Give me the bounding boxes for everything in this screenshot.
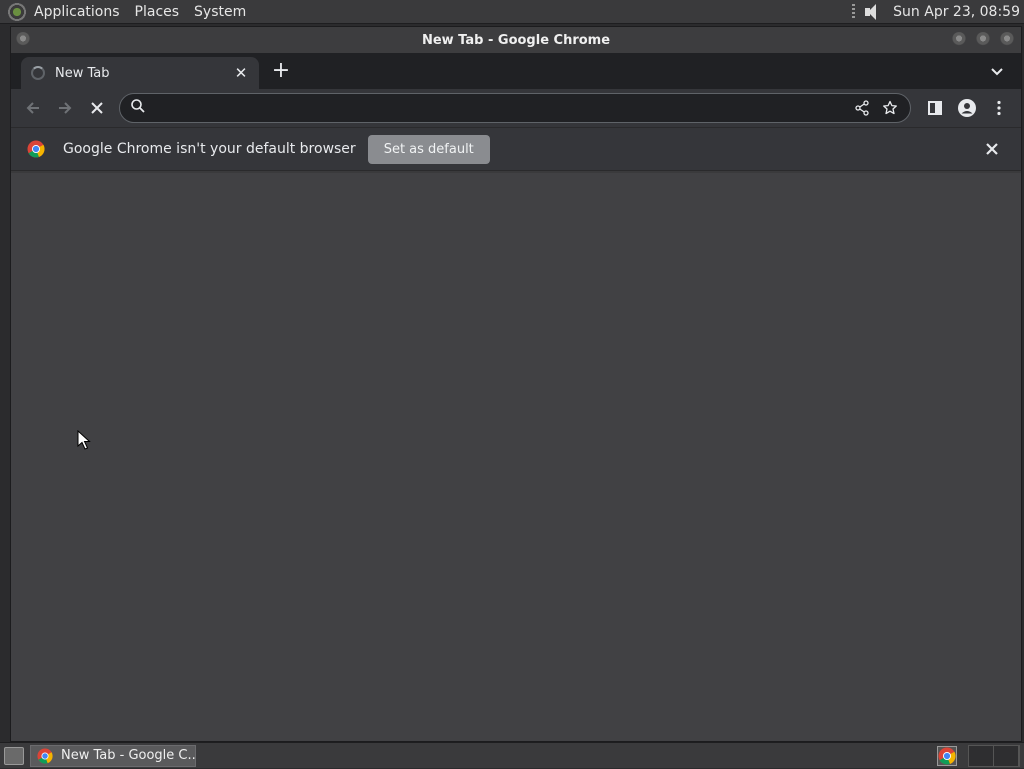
page-content[interactable] [11, 173, 1021, 741]
toolbar [11, 89, 1021, 127]
set-as-default-button[interactable]: Set as default [367, 134, 490, 164]
bottom-panel: New Tab - Google C... [0, 742, 1024, 768]
arrow-right-icon [59, 102, 72, 114]
stop-x-icon [91, 102, 103, 114]
infobar-close-icon[interactable] [983, 140, 1001, 158]
taskbar-item-label: New Tab - Google C... [61, 748, 196, 763]
side-panel-icon [928, 101, 942, 115]
top-panel: Applications Places System Sun Apr 23, 0… [0, 0, 1024, 24]
maximize-button[interactable] [975, 32, 991, 48]
address-input[interactable] [154, 100, 848, 116]
share-icon[interactable] [848, 94, 876, 122]
default-browser-infobar: Google Chrome isn't your default browser… [11, 127, 1021, 171]
tab-close-icon[interactable]: ✕ [233, 64, 249, 82]
tab-title: New Tab [55, 65, 110, 81]
window-menu-icon[interactable] [15, 32, 31, 48]
window-title: New Tab - Google Chrome [421, 32, 611, 48]
omnibox[interactable] [119, 93, 911, 123]
minimize-button[interactable] [951, 32, 967, 48]
workspace-switcher[interactable] [968, 745, 1020, 767]
tab-strip: New Tab ✕ + [11, 53, 1021, 89]
forward-button[interactable] [49, 92, 81, 124]
clock[interactable]: Sun Apr 23, 08:59 [893, 4, 1020, 20]
volume-icon[interactable] [863, 2, 883, 22]
kebab-menu-icon [997, 100, 1001, 116]
menu-system[interactable]: System [194, 4, 246, 20]
profile-avatar-icon [958, 99, 976, 117]
new-tab-button[interactable]: + [267, 58, 295, 86]
search-icon [130, 98, 146, 118]
tray-chrome-icon[interactable] [937, 746, 957, 766]
chrome-logo-icon [37, 747, 53, 764]
menu-applications[interactable]: Applications [34, 4, 120, 20]
tab-search-chevron-icon[interactable] [987, 61, 1007, 81]
mouse-cursor-icon [77, 430, 91, 450]
profile-button[interactable] [951, 92, 983, 124]
bookmark-star-icon[interactable] [876, 94, 904, 122]
taskbar-item-chrome[interactable]: New Tab - Google C... [30, 744, 196, 767]
close-window-button[interactable] [999, 32, 1015, 48]
arrow-left-icon [26, 102, 39, 114]
workspace-2[interactable] [994, 746, 1019, 766]
browser-window: New Tab - Google Chrome New Tab ✕ + Goog… [10, 26, 1022, 742]
infobar-message: Google Chrome isn't your default browser [63, 141, 356, 157]
back-button[interactable] [17, 92, 49, 124]
show-desktop-icon[interactable] [4, 746, 24, 765]
side-panel-button[interactable] [919, 92, 951, 124]
menu-places[interactable]: Places [135, 4, 180, 20]
chrome-menu-button[interactable] [983, 92, 1015, 124]
window-titlebar[interactable]: New Tab - Google Chrome [11, 27, 1021, 53]
tray-handle [852, 3, 856, 20]
tab-new-tab[interactable]: New Tab ✕ [21, 57, 259, 89]
loading-spinner-icon [31, 66, 45, 80]
stop-loading-button[interactable] [81, 92, 113, 124]
workspace-1[interactable] [969, 746, 994, 766]
chrome-logo-icon [27, 140, 45, 158]
distro-logo-icon[interactable] [6, 0, 28, 23]
